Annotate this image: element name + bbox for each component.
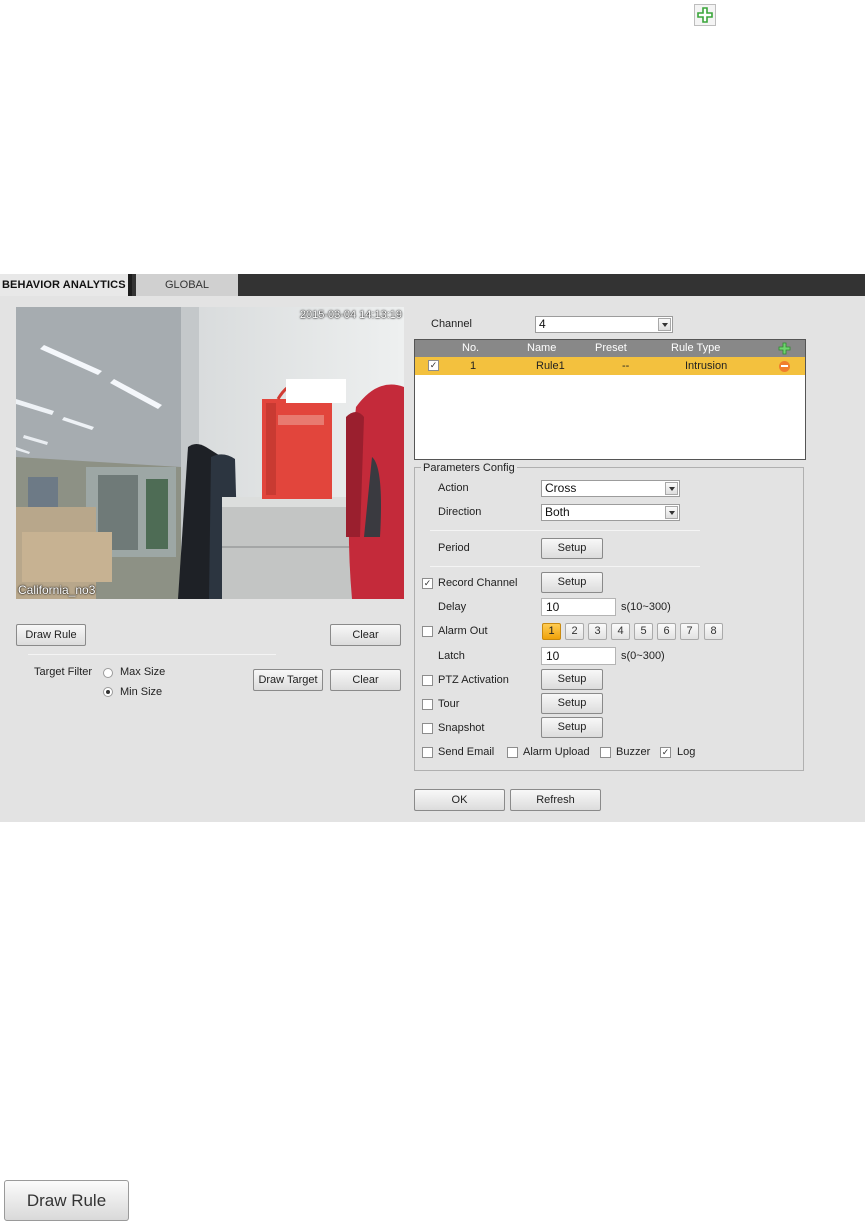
- behavior-analytics-panel: BEHAVIOR ANALYTICS GLOBAL 2015-03-04 14:…: [0, 274, 865, 822]
- min-size-label: Min Size: [120, 686, 163, 698]
- channel-value: 4: [539, 317, 546, 331]
- latch-label: Latch: [438, 650, 465, 662]
- max-size-label: Max Size: [120, 666, 166, 678]
- refresh-button[interactable]: Refresh: [510, 789, 601, 811]
- rules-table: No. Name Preset Rule Type ✓ 1 Rule1 -- I…: [414, 339, 806, 460]
- tour-checkbox[interactable]: [422, 699, 433, 710]
- alarm-output-1[interactable]: 1: [542, 623, 561, 640]
- buzzer-label: Buzzer: [616, 746, 651, 758]
- snapshot-checkbox[interactable]: [422, 723, 433, 734]
- send-email-label: Send Email: [438, 746, 495, 758]
- direction-select[interactable]: Both: [541, 504, 680, 521]
- plus-icon: [694, 4, 716, 26]
- alarm-output-2[interactable]: 2: [565, 623, 584, 640]
- clear-rule-button[interactable]: Clear: [330, 624, 401, 646]
- period-label: Period: [438, 542, 470, 554]
- record-channel-label: Record Channel: [438, 577, 518, 589]
- send-email-checkbox[interactable]: [422, 747, 433, 758]
- record-channel-setup-button[interactable]: Setup: [541, 572, 603, 593]
- chevron-down-icon: [658, 318, 671, 331]
- direction-value: Both: [545, 505, 570, 519]
- divider: [28, 654, 276, 655]
- max-size-radio[interactable]: [103, 668, 113, 678]
- header-name: Name: [527, 342, 557, 354]
- alarm-output-6[interactable]: 6: [657, 623, 676, 640]
- minus-icon[interactable]: [779, 361, 790, 372]
- header-preset: Preset: [595, 342, 627, 354]
- tab-behavior-analytics[interactable]: BEHAVIOR ANALYTICS: [0, 274, 132, 296]
- log-label: Log: [677, 746, 696, 758]
- alarm-upload-checkbox[interactable]: [507, 747, 518, 758]
- video-preview[interactable]: 2015-03-04 14:13:19 California_no3: [16, 307, 404, 599]
- chevron-down-icon: [665, 506, 678, 519]
- buzzer-checkbox[interactable]: [600, 747, 611, 758]
- min-size-radio[interactable]: [103, 687, 113, 697]
- row-rule-type: Intrusion: [685, 360, 728, 372]
- record-channel-checkbox[interactable]: ✓: [422, 578, 433, 589]
- delay-input[interactable]: 10: [541, 598, 616, 616]
- parameters-config-legend: Parameters Config: [421, 462, 517, 474]
- channel-select[interactable]: 4: [535, 316, 673, 333]
- row-name: Rule1: [536, 360, 565, 372]
- alarm-output-5[interactable]: 5: [634, 623, 653, 640]
- action-label: Action: [438, 482, 469, 494]
- ptz-setup-button[interactable]: Setup: [541, 669, 603, 690]
- tour-setup-button[interactable]: Setup: [541, 693, 603, 714]
- row-preset: --: [622, 360, 630, 372]
- camera-name-overlay: California_no3: [18, 583, 96, 597]
- tour-label: Tour: [438, 698, 460, 710]
- divider: [430, 530, 700, 531]
- chevron-down-icon: [665, 482, 678, 495]
- tab-global[interactable]: GLOBAL: [136, 274, 238, 296]
- divider: [430, 566, 700, 567]
- target-filter-label: Target Filter: [34, 666, 93, 678]
- row-checkbox[interactable]: ✓: [428, 360, 439, 371]
- ptz-activation-label: PTZ Activation: [438, 674, 509, 686]
- alarm-out-label: Alarm Out: [438, 625, 488, 637]
- ok-button[interactable]: OK: [414, 789, 505, 811]
- row-no: 1: [470, 360, 477, 372]
- action-value: Cross: [545, 481, 577, 495]
- latch-input[interactable]: 10: [541, 647, 616, 665]
- clear-target-button[interactable]: Clear: [330, 669, 401, 691]
- video-timestamp: 2015-03-04 14:13:19: [299, 309, 402, 321]
- ptz-activation-checkbox[interactable]: [422, 675, 433, 686]
- draw-target-button[interactable]: Draw Target: [253, 669, 323, 691]
- draw-rule-button-large[interactable]: Draw Rule: [4, 1180, 129, 1221]
- alarm-output-3[interactable]: 3: [588, 623, 607, 640]
- alarm-out-checkbox[interactable]: [422, 626, 433, 637]
- snapshot-label: Snapshot: [438, 722, 485, 734]
- period-setup-button[interactable]: Setup: [541, 538, 603, 559]
- latch-range: s(0~300): [621, 650, 665, 662]
- table-row[interactable]: ✓ 1 Rule1 -- Intrusion: [415, 357, 805, 375]
- alarm-output-7[interactable]: 7: [680, 623, 699, 640]
- rules-table-header: No. Name Preset Rule Type: [415, 340, 805, 357]
- delay-range: s(10~300): [621, 601, 671, 613]
- alarm-output-8[interactable]: 8: [704, 623, 723, 640]
- alarm-output-4[interactable]: 4: [611, 623, 630, 640]
- direction-label: Direction: [438, 506, 482, 518]
- plus-icon[interactable]: [778, 342, 791, 355]
- delay-label: Delay: [438, 601, 467, 613]
- draw-rule-button[interactable]: Draw Rule: [16, 624, 86, 646]
- snapshot-setup-button[interactable]: Setup: [541, 717, 603, 738]
- header-no: No.: [462, 342, 480, 354]
- log-checkbox[interactable]: ✓: [660, 747, 671, 758]
- action-select[interactable]: Cross: [541, 480, 680, 497]
- camera-scene-image: [16, 307, 404, 599]
- alarm-upload-label: Alarm Upload: [523, 746, 590, 758]
- channel-label: Channel: [431, 318, 472, 330]
- header-rule-type: Rule Type: [671, 342, 721, 354]
